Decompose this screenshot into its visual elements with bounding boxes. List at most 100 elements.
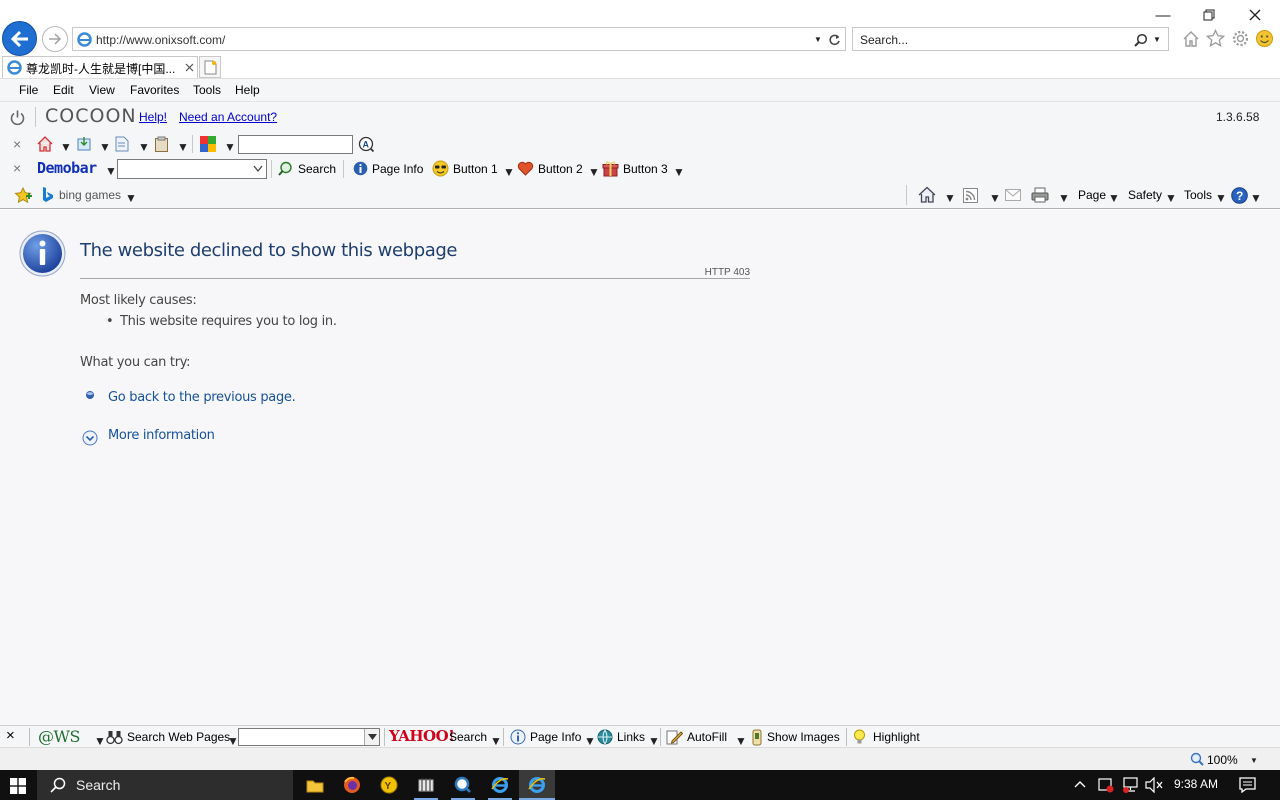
- close-toolbar-icon[interactable]: ×: [13, 160, 21, 176]
- dropdown-icon[interactable]: ▼: [735, 734, 747, 748]
- dropdown-icon[interactable]: ▼: [944, 191, 956, 205]
- expand-chevron-icon[interactable]: [82, 430, 98, 446]
- dropdown-icon[interactable]: ▼: [490, 734, 502, 748]
- forward-button[interactable]: [42, 26, 68, 52]
- tab-active[interactable]: 尊龙凯时-人生就是博[中国...: [2, 56, 198, 78]
- binoculars-icon[interactable]: [106, 729, 123, 745]
- command-tools-menu[interactable]: Tools: [1184, 188, 1212, 202]
- chevron-up-icon[interactable]: [1074, 780, 1086, 789]
- favorites-star-icon[interactable]: [1206, 29, 1225, 48]
- bing-icon[interactable]: [41, 186, 53, 202]
- taskbar-app-yellow[interactable]: Y: [371, 770, 407, 800]
- yahoo-logo[interactable]: YAHOO!: [389, 727, 455, 745]
- dropdown-icon[interactable]: ▼: [1058, 191, 1070, 205]
- heart-icon[interactable]: [517, 161, 534, 176]
- new-tab-button[interactable]: [199, 56, 221, 78]
- taskbar-search[interactable]: Search: [37, 770, 293, 800]
- dropdown-icon[interactable]: ▼: [60, 140, 72, 154]
- dropdown-icon[interactable]: ▼: [177, 140, 189, 154]
- zoom-level[interactable]: 100%: [1207, 753, 1238, 767]
- menu-help[interactable]: Help: [235, 83, 260, 97]
- address-dropdown-icon[interactable]: ▼: [814, 35, 822, 44]
- power-icon[interactable]: [9, 109, 26, 126]
- print-icon[interactable]: [1031, 187, 1049, 203]
- search-icon[interactable]: [1134, 33, 1148, 47]
- demobar-search-combo[interactable]: [117, 159, 267, 179]
- command-safety-menu[interactable]: Safety: [1128, 188, 1162, 202]
- toolbar-text-input[interactable]: [238, 135, 353, 154]
- combo-arrow-icon[interactable]: [253, 165, 263, 173]
- search-a-icon[interactable]: A: [358, 136, 375, 153]
- search-dropdown-icon[interactable]: ▼: [1153, 35, 1161, 44]
- button-1[interactable]: Button 1: [453, 162, 498, 176]
- command-page-menu[interactable]: Page: [1078, 188, 1106, 202]
- notifications-icon[interactable]: [1239, 777, 1256, 793]
- highlight-button[interactable]: Highlight: [873, 730, 920, 744]
- sunglasses-smiley-icon[interactable]: [432, 160, 449, 177]
- volume-muted-icon[interactable]: [1145, 777, 1163, 793]
- demobar-search-button[interactable]: Search: [298, 162, 336, 176]
- dropdown-icon[interactable]: ▼: [224, 140, 236, 154]
- taskbar-internet-explorer[interactable]: [482, 770, 518, 800]
- taskbar-file-explorer[interactable]: [297, 770, 333, 800]
- menu-file[interactable]: File: [19, 83, 38, 97]
- feeds-icon[interactable]: [963, 188, 978, 203]
- button-3[interactable]: Button 3: [623, 162, 668, 176]
- more-information-link[interactable]: More information: [108, 428, 215, 443]
- yahoo-search-button[interactable]: Search: [449, 730, 487, 744]
- tab-title[interactable]: 尊龙凯时-人生就是博[中国...: [26, 60, 175, 77]
- combo-button[interactable]: [364, 729, 379, 745]
- windows-start-icon[interactable]: [10, 778, 26, 794]
- button-2[interactable]: Button 2: [538, 162, 583, 176]
- clipboard-icon[interactable]: [154, 136, 169, 152]
- taskbar-clock[interactable]: 9:38 AM: [1174, 777, 1218, 791]
- document-icon[interactable]: [115, 136, 129, 152]
- gear-icon[interactable]: [1231, 29, 1250, 48]
- dropdown-icon[interactable]: ▼: [1165, 191, 1177, 205]
- go-back-link[interactable]: Go back to the previous page.: [108, 390, 296, 405]
- help-link[interactable]: Help!: [139, 110, 167, 124]
- taskbar-app-search[interactable]: [445, 770, 481, 800]
- taskbar-internet-explorer-active[interactable]: [519, 770, 555, 800]
- minimize-button[interactable]: —: [1140, 4, 1186, 26]
- zoom-icon[interactable]: [1190, 752, 1204, 766]
- dropdown-icon[interactable]: ▼: [503, 165, 515, 179]
- gift-icon[interactable]: [602, 160, 619, 177]
- menu-view[interactable]: View: [89, 83, 115, 97]
- dropdown-icon[interactable]: ▼: [1215, 191, 1227, 205]
- dropdown-icon[interactable]: ▼: [1108, 191, 1120, 205]
- dropdown-icon[interactable]: ▼: [588, 165, 600, 179]
- address-bar[interactable]: http://www.onixsoft.com/ ▼: [72, 27, 846, 51]
- dropdown-icon[interactable]: ▼: [94, 734, 106, 748]
- page-info-button[interactable]: Page Info: [372, 162, 423, 176]
- search-box[interactable]: Search... ▼: [852, 27, 1169, 51]
- add-favorites-star-icon[interactable]: [14, 187, 32, 203]
- home-icon[interactable]: [1182, 30, 1200, 48]
- help-question-icon[interactable]: ?: [1231, 187, 1248, 204]
- close-window-button[interactable]: [1232, 4, 1278, 26]
- links-button[interactable]: Links: [617, 730, 645, 744]
- close-tab-icon[interactable]: [185, 63, 194, 72]
- autofill-button[interactable]: AutoFill: [687, 730, 727, 744]
- menu-tools[interactable]: Tools: [193, 83, 221, 97]
- home-red-icon[interactable]: [37, 136, 53, 152]
- ws-logo[interactable]: @WS: [38, 727, 80, 746]
- close-toolbar-icon[interactable]: ×: [13, 136, 21, 152]
- favorite-bing-games[interactable]: bing games: [59, 188, 121, 202]
- dropdown-icon[interactable]: ▼: [105, 164, 117, 178]
- dropdown-icon[interactable]: ▼: [989, 191, 1001, 205]
- dropdown-icon[interactable]: ▼: [1250, 191, 1262, 205]
- security-alert-icon[interactable]: [1098, 777, 1114, 793]
- dropdown-icon[interactable]: ▼: [584, 734, 596, 748]
- info-icon[interactable]: [353, 161, 368, 176]
- bottom-search-combo[interactable]: [238, 728, 380, 746]
- restore-button[interactable]: [1186, 4, 1232, 26]
- page-info-icon[interactable]: [510, 729, 526, 745]
- back-button[interactable]: [2, 21, 37, 56]
- zoom-dropdown-icon[interactable]: ▼: [1250, 756, 1258, 765]
- search-web-pages-button[interactable]: Search Web Pages: [127, 730, 230, 744]
- search-placeholder[interactable]: Search...: [860, 33, 908, 47]
- import-icon[interactable]: [76, 136, 92, 152]
- close-toolbar-icon[interactable]: ×: [6, 727, 15, 744]
- demobar-logo[interactable]: Demobar: [37, 159, 97, 177]
